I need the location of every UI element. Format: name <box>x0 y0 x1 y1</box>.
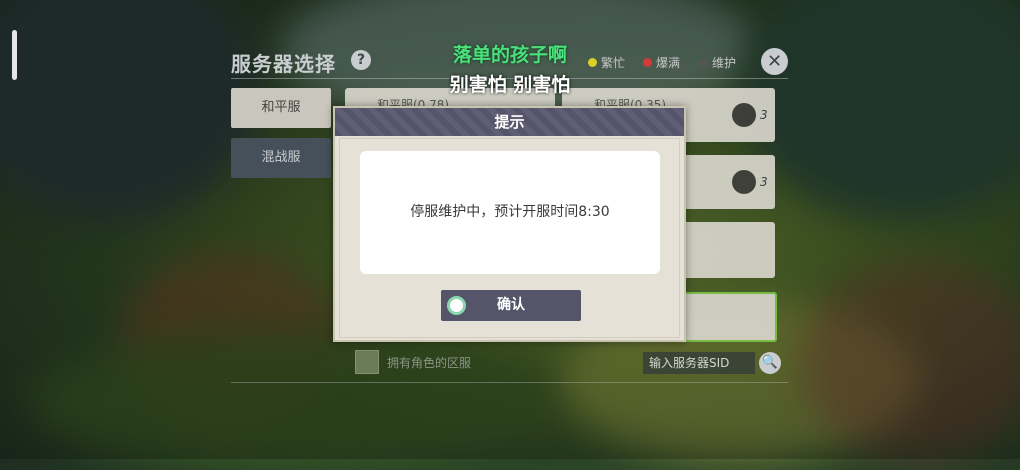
footer-divider <box>231 382 788 383</box>
dialog-body: 停服维护中，预计开服时间8:30 <box>360 151 660 274</box>
player-avatar-icon <box>732 170 756 194</box>
dialog-message: 停服维护中，预计开服时间8:30 <box>410 204 610 220</box>
confirm-button[interactable]: 确认 <box>441 290 581 321</box>
search-icon[interactable]: 🔍 <box>759 352 781 374</box>
notice-dialog: 提示 停服维护中，预计开服时间8:30 确认 <box>333 106 686 342</box>
own-role-checkbox[interactable] <box>355 350 379 374</box>
server-sid-input[interactable]: 输入服务器SID <box>643 352 755 374</box>
tab-battle-server[interactable]: 混战服 <box>231 138 331 178</box>
own-role-checkbox-label: 拥有角色的区服 <box>387 356 472 370</box>
player-count: 3 <box>760 175 768 189</box>
player-avatar-icon <box>732 103 756 127</box>
dialog-title: 提示 <box>494 113 525 131</box>
confirm-button-label: 确认 <box>497 297 525 313</box>
player-count: 3 <box>760 108 768 122</box>
subtitle-line-1: 落单的孩子啊 <box>452 44 567 66</box>
subtitle-line-2: 别害怕 别害怕 <box>449 74 571 96</box>
